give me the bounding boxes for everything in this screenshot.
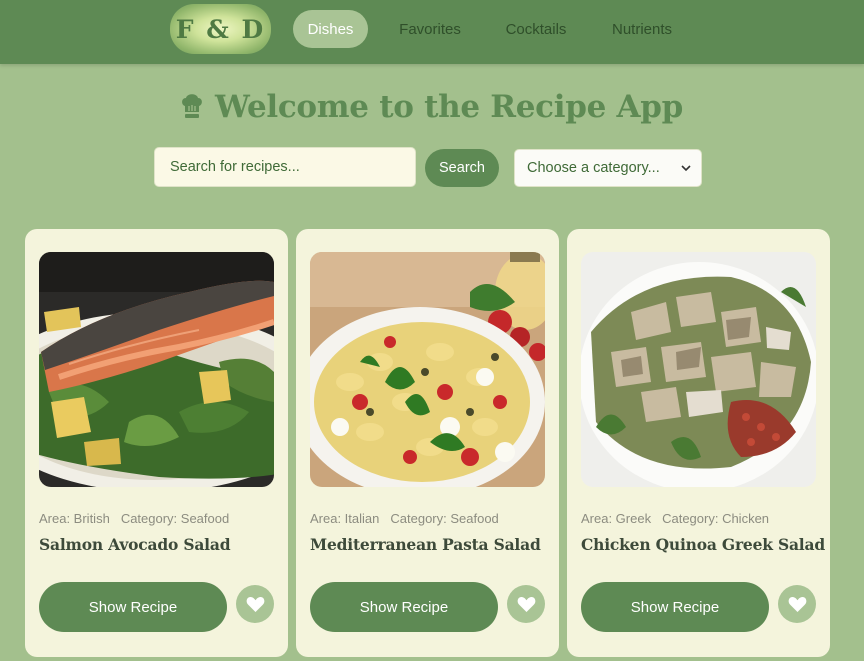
heart-icon: [246, 596, 264, 612]
chef-hat-icon: [182, 94, 202, 118]
show-recipe-button[interactable]: Show Recipe: [39, 582, 227, 632]
heart-icon: [788, 596, 806, 612]
navbar: F & D Dishes Favorites Cocktails Nutrien…: [0, 0, 864, 64]
recipe-title: Mediterranean Pasta Salad: [310, 535, 541, 554]
chevron-down-icon: [681, 165, 691, 172]
recipe-area: Area: British: [39, 511, 110, 526]
heart-icon: [517, 596, 535, 612]
recipe-title: Chicken Quinoa Greek Salad: [581, 535, 825, 554]
nav-link-favorites[interactable]: Favorites: [390, 10, 470, 48]
recipe-card: Area: Greek Category: Chicken Chicken Qui…: [567, 229, 830, 657]
recipe-meta: Area: Greek Category: Chicken: [581, 511, 821, 526]
category-select-value: Choose a category...: [527, 160, 660, 176]
recipe-category: Category: Seafood: [120, 511, 230, 526]
nav-link-cocktails[interactable]: Cocktails: [495, 10, 577, 48]
nav-link-nutrients[interactable]: Nutrients: [600, 10, 684, 48]
nav-link-dishes[interactable]: Dishes: [293, 10, 368, 48]
category-select[interactable]: Choose a category...: [514, 149, 702, 187]
page-header: Welcome to the Recipe App: [0, 84, 864, 130]
favorite-button[interactable]: [778, 585, 816, 623]
page-title: Welcome to the Recipe App: [214, 89, 684, 125]
favorite-button[interactable]: [507, 585, 545, 623]
favorite-button[interactable]: [236, 585, 274, 623]
show-recipe-button[interactable]: Show Recipe: [310, 582, 498, 632]
recipe-card: Area: Italian Category: Seafood Mediterra…: [296, 229, 559, 657]
show-recipe-button[interactable]: Show Recipe: [581, 582, 769, 632]
recipe-meta: Area: Italian Category: Seafood: [310, 511, 550, 526]
recipe-title: Salmon Avocado Salad: [39, 535, 231, 554]
chicken-quinoa-salad-photo[interactable]: [581, 252, 816, 487]
logo[interactable]: F & D: [170, 4, 271, 54]
search-input[interactable]: Search for recipes...: [154, 147, 416, 187]
recipe-area: Area: Italian: [310, 511, 380, 526]
recipe-category: Category: Chicken: [662, 511, 770, 526]
recipe-area: Area: Greek: [581, 511, 652, 526]
recipe-card: Area: British Category: Seafood Salmon Av…: [25, 229, 288, 657]
search-button[interactable]: Search: [425, 149, 499, 187]
salmon-salad-photo[interactable]: [39, 252, 274, 487]
recipe-category: Category: Seafood: [390, 511, 499, 526]
recipe-meta: Area: British Category: Seafood: [39, 511, 279, 526]
pasta-salad-photo[interactable]: [310, 252, 545, 487]
